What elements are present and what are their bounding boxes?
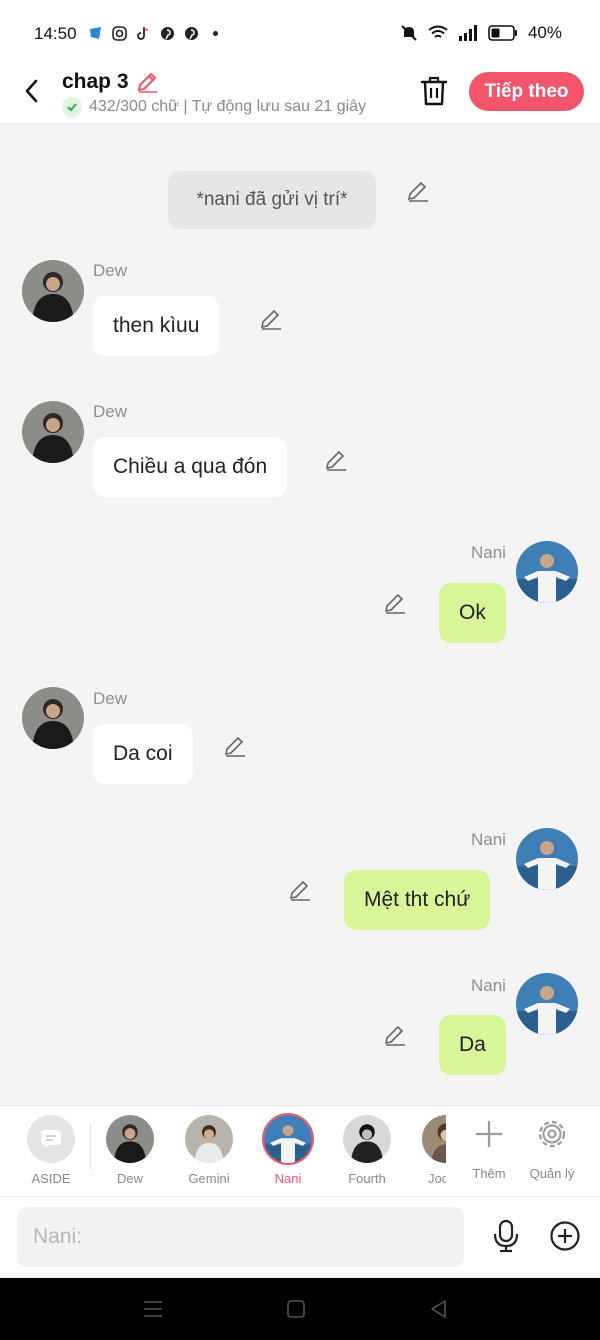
edit-message-icon[interactable] xyxy=(259,307,283,331)
character-avatar xyxy=(106,1115,154,1163)
avatar-nani[interactable] xyxy=(516,541,578,603)
mute-icon xyxy=(401,25,417,41)
mic-button[interactable] xyxy=(491,1219,521,1253)
character-label: Gemini xyxy=(188,1171,230,1186)
signal-icon xyxy=(458,25,477,41)
character-avatar xyxy=(185,1115,233,1163)
wifi-icon xyxy=(428,25,448,38)
chat-area[interactable]: *nani đã gửi vị trí* Dew then kìuu Dew C… xyxy=(0,125,600,1105)
tiktok-icon xyxy=(136,26,151,41)
avatar-dew[interactable] xyxy=(22,687,84,749)
input-row xyxy=(0,1197,600,1277)
edit-message-icon[interactable] xyxy=(223,734,247,758)
message-input[interactable] xyxy=(17,1207,464,1267)
edit-message-icon[interactable] xyxy=(383,591,407,615)
pinterest-icon xyxy=(160,26,175,41)
avatar-nani[interactable] xyxy=(516,973,578,1035)
sender-name: Nani xyxy=(471,976,506,995)
character-aside[interactable]: ASIDE xyxy=(19,1115,83,1186)
message-bubble[interactable]: Da coi xyxy=(93,724,193,784)
title-row: chap 3 xyxy=(62,70,159,94)
battery-level: 40% xyxy=(527,23,562,42)
plus-circle-icon xyxy=(550,1221,580,1251)
next-button[interactable]: Tiếp theo xyxy=(469,72,584,111)
character-dew[interactable]: Dew xyxy=(98,1115,162,1186)
trash-icon xyxy=(420,76,448,106)
character-label: Nani xyxy=(274,1171,302,1186)
message-bubble[interactable]: Mệt tht chứ xyxy=(344,870,491,930)
message-bubble[interactable]: Da xyxy=(439,1015,506,1075)
sender-name: Dew xyxy=(93,261,128,280)
gear-icon xyxy=(538,1120,566,1148)
avatar-dew[interactable] xyxy=(22,260,84,322)
status-time: 14:50 xyxy=(34,24,77,43)
system-nav-bar xyxy=(0,1278,600,1340)
microphone-icon xyxy=(493,1219,519,1253)
edit-title-icon[interactable] xyxy=(135,70,159,94)
edit-message-icon[interactable] xyxy=(383,1023,407,1047)
status-right: 40% xyxy=(400,23,562,43)
more-dot-icon xyxy=(208,26,223,41)
word-count-status: 432/300 chữ | Tự động lưu sau 21 giây xyxy=(89,98,367,115)
avatar-dew[interactable] xyxy=(22,401,84,463)
character-fourth[interactable]: Fourth xyxy=(335,1115,399,1186)
character-avatar xyxy=(422,1115,446,1163)
menu-icon[interactable] xyxy=(141,1298,165,1320)
attach-button[interactable] xyxy=(549,1220,581,1252)
character-label: ASIDE xyxy=(31,1171,71,1186)
message-bubble[interactable]: Chiều a qua đón xyxy=(93,437,288,497)
pinterest-icon xyxy=(184,26,199,41)
check-icon xyxy=(62,97,82,117)
sender-name: Dew xyxy=(93,689,128,708)
character-avatar xyxy=(343,1115,391,1163)
back-button[interactable] xyxy=(18,76,46,106)
instagram-icon xyxy=(112,26,127,41)
message-bubble[interactable]: then kìuu xyxy=(93,296,220,356)
system-message: *nani đã gửi vị trí* xyxy=(168,171,376,229)
messenger-icon xyxy=(88,26,103,41)
avatar-nani[interactable] xyxy=(516,828,578,890)
add-character-button[interactable]: Thêm xyxy=(457,1115,521,1181)
character-nani[interactable]: Nani xyxy=(256,1115,320,1186)
character-label: Joo xyxy=(428,1171,446,1186)
character-label: Dew xyxy=(116,1171,143,1186)
character-gemini[interactable]: Gemini xyxy=(177,1115,241,1186)
manage-button[interactable]: Quản lý xyxy=(520,1115,584,1181)
message-bubble[interactable]: Ok xyxy=(439,583,506,643)
character-joo[interactable]: Joo xyxy=(414,1115,446,1186)
edit-message-icon[interactable] xyxy=(288,878,312,902)
status-app-icons xyxy=(88,26,223,41)
character-avatar xyxy=(264,1115,312,1163)
sender-name: Dew xyxy=(93,402,128,421)
add-label: Thêm xyxy=(472,1166,506,1181)
manage-label: Quản lý xyxy=(529,1166,575,1181)
edit-message-icon[interactable] xyxy=(324,448,348,472)
edit-message-icon[interactable] xyxy=(406,179,430,203)
home-icon[interactable] xyxy=(284,1298,308,1320)
back-nav-icon[interactable] xyxy=(427,1298,451,1320)
character-bar: ASIDE Dew Gemini Nani Fourth Joo Thêm Qu… xyxy=(0,1105,600,1197)
page-title: chap 3 xyxy=(62,70,129,93)
delete-button[interactable] xyxy=(419,75,449,107)
aside-avatar xyxy=(27,1115,75,1163)
character-label: Fourth xyxy=(348,1171,386,1186)
save-status: 432/300 chữ | Tự động lưu sau 21 giây xyxy=(62,97,366,117)
sender-name: Nani xyxy=(471,830,506,849)
divider xyxy=(90,1122,91,1170)
battery-icon xyxy=(488,25,517,41)
status-bar: 14:50 40% xyxy=(0,0,600,62)
plus-icon xyxy=(476,1121,502,1147)
chat-bubble-icon xyxy=(41,1130,61,1148)
chevron-left-icon xyxy=(25,79,38,103)
header: chap 3 432/300 chữ | Tự động lưu sau 21 … xyxy=(0,62,600,124)
sender-name: Nani xyxy=(471,543,506,562)
